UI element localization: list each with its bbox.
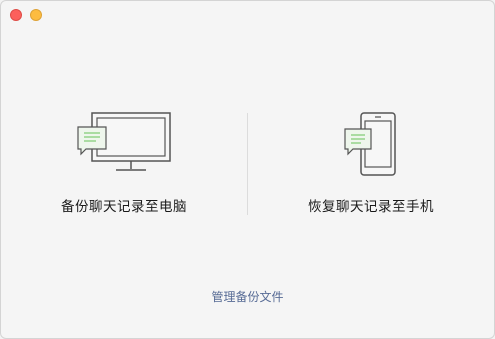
restore-to-phone-label: 恢复聊天记录至手机 [308, 199, 434, 215]
phone-chat-icon [341, 111, 401, 181]
backup-to-computer-option[interactable]: 备份聊天记录至电脑 [1, 111, 247, 221]
backup-to-computer-label: 备份聊天记录至电脑 [61, 199, 187, 215]
manage-backup-files-link[interactable]: 管理备份文件 [1, 288, 494, 305]
window-controls [10, 9, 42, 21]
restore-to-phone-option[interactable]: 恢复聊天记录至手机 [248, 111, 494, 221]
minimize-window-button[interactable] [30, 9, 42, 21]
close-window-button[interactable] [10, 9, 22, 21]
backup-window: 备份聊天记录至电脑 恢复聊天记录至手机 管理备份文件 [0, 0, 495, 339]
monitor-chat-icon [76, 111, 172, 181]
